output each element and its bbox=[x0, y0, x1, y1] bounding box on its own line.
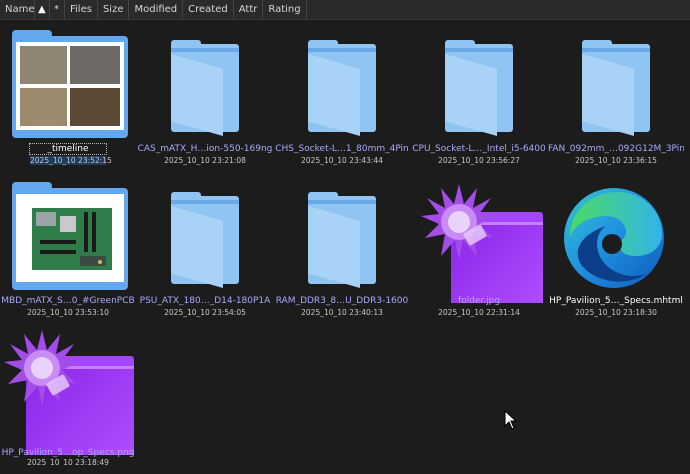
folder-icon bbox=[282, 30, 402, 140]
motherboard-icon bbox=[32, 208, 112, 270]
item-date: 2025_10_10 23:40:13 bbox=[301, 308, 383, 317]
column-modified[interactable]: Modified bbox=[129, 0, 184, 19]
column-size[interactable]: Size bbox=[98, 0, 130, 19]
thumbnail-grid: _timeline 2025_10_10 23:52:15 CAS_mATX_H… bbox=[0, 20, 690, 473]
edge-browser-icon bbox=[556, 182, 676, 292]
folder-icon bbox=[556, 30, 676, 140]
item-name: CHS_Socket-L…1_80mm_4Pin bbox=[275, 144, 409, 154]
column-name[interactable]: Name bbox=[0, 0, 35, 19]
grid-item-ram[interactable]: RAM_DDR3_8…U_DDR3-1600 2025_10_10 23:40:… bbox=[274, 172, 410, 322]
grid-item-mhtml[interactable]: HP_Pavilion_5…_Specs.mhtml 2025_10_10 23… bbox=[548, 172, 684, 322]
column-files[interactable]: Files bbox=[65, 0, 98, 19]
column-header-bar: Name ▲ * Files Size Modified Created Att… bbox=[0, 0, 690, 20]
purple-image-icon bbox=[4, 330, 134, 455]
item-name: folder.jpg bbox=[457, 296, 501, 306]
item-name: HP_Pavilion_5…_Specs.mhtml bbox=[549, 296, 683, 306]
column-star[interactable]: * bbox=[50, 0, 65, 19]
folder-icon bbox=[419, 30, 539, 140]
grid-item-specs-png[interactable]: HP_Pavilion_5…op_Specs.png 2025_10_10 23… bbox=[0, 324, 136, 474]
sort-ascending-icon[interactable]: ▲ bbox=[35, 0, 50, 19]
image-folder-icon bbox=[8, 182, 128, 292]
item-date: 2025_10_10 23:36:15 bbox=[575, 156, 657, 165]
item-date: 2025_10_10 23:52:15 bbox=[30, 156, 112, 165]
item-date: 2025_10_10 23:18:49 bbox=[27, 458, 109, 466]
column-rating[interactable]: Rating bbox=[263, 0, 307, 19]
item-date: 2025_10_10 22:31:14 bbox=[438, 308, 520, 317]
column-created[interactable]: Created bbox=[183, 0, 234, 19]
tag-icon bbox=[463, 224, 487, 246]
item-name: CPU_Socket-L…_Intel_i5-6400 bbox=[412, 144, 546, 154]
purple-image-icon bbox=[419, 182, 543, 303]
grid-item-fan[interactable]: FAN_092mm_…092G12M_3Pin 2025_10_10 23:36… bbox=[548, 20, 684, 170]
image-folder-icon bbox=[8, 30, 128, 140]
item-name: FAN_092mm_…092G12M_3Pin bbox=[548, 144, 684, 154]
grid-item-chs[interactable]: CHS_Socket-L…1_80mm_4Pin 2025_10_10 23:4… bbox=[274, 20, 410, 170]
column-attr[interactable]: Attr bbox=[234, 0, 264, 19]
item-name: MBD_mATX_S…0_#GreenPCB bbox=[1, 296, 135, 306]
item-name: PSU_ATX_180…_D14-180P1A bbox=[139, 296, 271, 306]
grid-item-timeline[interactable]: _timeline 2025_10_10 23:52:15 bbox=[0, 20, 136, 170]
item-name: CAS_mATX_H…ion-550-169ng bbox=[137, 144, 273, 154]
item-date: 2025_10_10 23:56:27 bbox=[438, 156, 520, 165]
grid-item-cpu[interactable]: CPU_Socket-L…_Intel_i5-6400 2025_10_10 2… bbox=[411, 20, 547, 170]
folder-icon bbox=[145, 182, 265, 292]
item-date: 2025_10_10 23:18:30 bbox=[575, 308, 657, 317]
item-date: 2025_10_10 23:54:05 bbox=[164, 308, 246, 317]
grid-item-folder-jpg[interactable]: folder.jpg 2025_10_10 22:31:14 bbox=[411, 172, 547, 322]
folder-icon bbox=[282, 182, 402, 292]
item-name: _timeline bbox=[29, 143, 107, 155]
item-date: 2025_10_10 23:43:44 bbox=[301, 156, 383, 165]
item-date: 2025_10_10 23:53:10 bbox=[27, 308, 109, 317]
item-date: 2025_10_10 23:21:08 bbox=[164, 156, 246, 165]
grid-item-psu[interactable]: PSU_ATX_180…_D14-180P1A 2025_10_10 23:54… bbox=[137, 172, 273, 322]
folder-icon bbox=[145, 30, 265, 140]
grid-item-cas[interactable]: CAS_mATX_H…ion-550-169ng 2025_10_10 23:2… bbox=[137, 20, 273, 170]
item-name: RAM_DDR3_8…U_DDR3-1600 bbox=[275, 296, 409, 306]
grid-item-mbd[interactable]: MBD_mATX_S…0_#GreenPCB 2025_10_10 23:53:… bbox=[0, 172, 136, 322]
tag-icon bbox=[46, 374, 70, 396]
mouse-pointer-icon bbox=[504, 410, 518, 430]
item-name: HP_Pavilion_5…op_Specs.png bbox=[1, 448, 135, 458]
